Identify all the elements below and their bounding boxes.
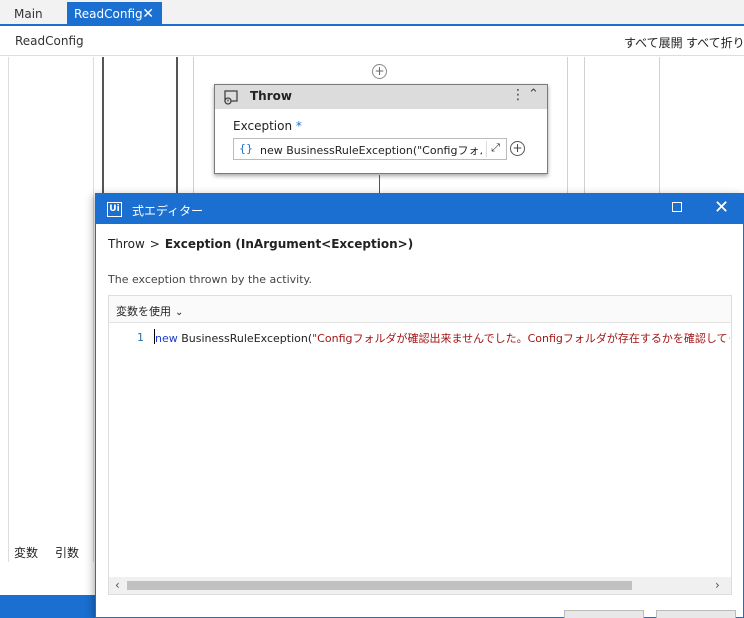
- sequence-guide-right2: [584, 57, 585, 197]
- open-editor-icon[interactable]: ⤢: [486, 141, 504, 157]
- expand-all-button[interactable]: すべて展開: [624, 34, 683, 51]
- maximize-icon[interactable]: [672, 202, 682, 212]
- more-options-icon[interactable]: ⋮: [511, 87, 525, 103]
- designer-header: ReadConfig すべて展開 すべて折りた: [0, 28, 744, 56]
- dialog-description: The exception thrown by the activity.: [108, 273, 312, 286]
- dialog-button-1[interactable]: [564, 610, 644, 618]
- sequence-border-right: [659, 57, 660, 197]
- uipath-logo-icon: Ui: [107, 202, 122, 217]
- use-variables-dropdown[interactable]: 変数を使用 ⌄: [116, 303, 183, 319]
- designer-bottom-tabs: 変数 引数: [8, 540, 94, 562]
- left-panel: [8, 57, 94, 562]
- breadcrumb[interactable]: ReadConfig: [15, 34, 84, 48]
- code-line[interactable]: new BusinessRuleException("Configフォルダが確認…: [155, 330, 730, 346]
- scroll-right-icon[interactable]: ›: [715, 578, 720, 592]
- dialog-title: 式エディター: [132, 204, 204, 218]
- plus-icon[interactable]: +: [510, 141, 525, 156]
- sequence-border-inner: [176, 57, 178, 197]
- chevron-down-icon: ⌄: [175, 307, 184, 318]
- exception-value: new BusinessRuleException("Configフォルダ: [260, 144, 482, 157]
- tab-main-label: Main: [14, 7, 43, 21]
- document-tab-bar: Main ReadConfig ✕: [0, 0, 744, 26]
- editor-toolbar: 変数を使用 ⌄: [109, 296, 731, 323]
- scroll-left-icon[interactable]: ‹: [115, 578, 120, 592]
- add-activity-icon[interactable]: +: [372, 64, 387, 79]
- exception-label: Exception *: [233, 119, 302, 133]
- tab-readconfig-label: ReadConfig: [74, 7, 143, 21]
- close-icon[interactable]: ✕: [142, 2, 154, 26]
- variables-tab[interactable]: 変数: [14, 544, 38, 561]
- sequence-guide-right: [567, 57, 568, 197]
- collapse-all-button[interactable]: すべて折りた: [686, 34, 744, 51]
- throw-icon: [224, 90, 238, 105]
- horizontal-scrollbar[interactable]: ‹ ›: [109, 577, 731, 594]
- close-icon[interactable]: ✕: [714, 197, 729, 218]
- sequence-border-left: [102, 57, 104, 197]
- expression-editor-dialog: Ui 式エディター ✕ Throw > Exception (InArgument<…: [95, 193, 744, 618]
- scrollbar-thumb[interactable]: [127, 581, 632, 590]
- arguments-tab[interactable]: 引数: [55, 544, 79, 561]
- dialog-button-2[interactable]: [656, 610, 736, 618]
- activity-title: Throw: [250, 89, 292, 103]
- line-number: 1: [137, 331, 144, 344]
- dialog-breadcrumb: Throw > Exception (InArgument<Exception>): [108, 237, 414, 251]
- tab-readconfig[interactable]: ReadConfig ✕: [67, 2, 162, 26]
- sequence-guide-left: [193, 57, 194, 197]
- sequence-connector: [379, 175, 380, 194]
- throw-activity[interactable]: Throw ⋮ ⌃ Exception * {} new BusinessRul…: [214, 84, 548, 174]
- dialog-titlebar[interactable]: Ui 式エディター ✕: [96, 194, 744, 224]
- tab-main[interactable]: Main: [6, 2, 51, 26]
- throw-activity-header[interactable]: Throw ⋮ ⌃: [215, 85, 547, 109]
- collapse-icon[interactable]: ⌃: [528, 87, 539, 102]
- expression-icon: {}: [239, 142, 253, 155]
- exception-input[interactable]: {} new BusinessRuleException("Configフォルダ…: [233, 138, 507, 160]
- expression-editor[interactable]: 変数を使用 ⌄ 1 new BusinessRuleException("Conf…: [108, 295, 732, 595]
